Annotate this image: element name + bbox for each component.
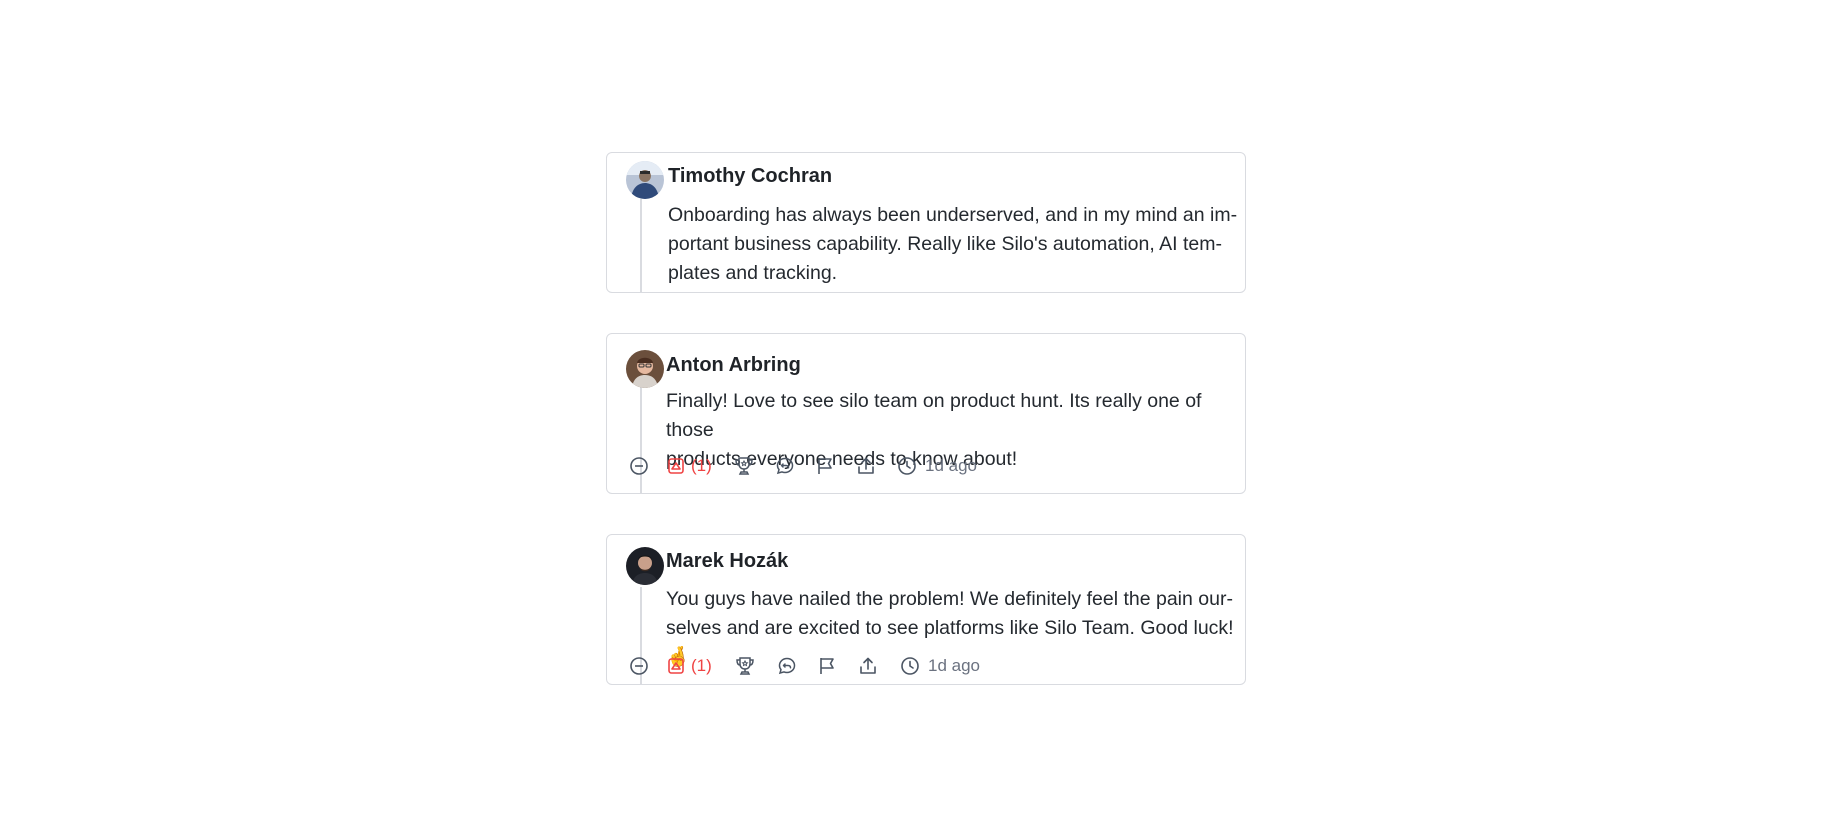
avatar[interactable] (626, 350, 664, 388)
reply-bubble-icon (776, 457, 794, 475)
report-button[interactable] (817, 652, 837, 680)
comment-actions: (1) 1d ago (607, 452, 1245, 480)
reply-button[interactable] (775, 452, 795, 480)
upvote-button[interactable]: (1) (667, 652, 712, 680)
comment-line: Onboarding has always been underserved, … (668, 204, 1238, 226)
comment-author[interactable]: Timothy Cochran (668, 165, 832, 188)
timestamp: 1d ago (900, 652, 980, 680)
share-icon (860, 657, 876, 674)
comment-author[interactable]: Anton Arbring (666, 354, 801, 377)
collapse-button[interactable] (629, 652, 649, 680)
comment-line: portant business capability. Really like… (668, 233, 1222, 255)
thread-line (640, 199, 642, 292)
comment-card: Timothy Cochran Onboarding has always be… (606, 152, 1246, 293)
upvote-icon (668, 658, 684, 674)
award-button[interactable] (733, 452, 755, 480)
comment-line: You guys have nailed the problem! We def… (666, 588, 1233, 610)
comment-card: Anton Arbring Finally! Love to see silo … (606, 333, 1246, 494)
reply-button[interactable] (777, 652, 797, 680)
upvote-count: (1) (691, 656, 712, 675)
time-label: 1d ago (928, 656, 980, 675)
avatar[interactable] (626, 547, 664, 585)
time-label: 1d ago (925, 456, 977, 475)
timestamp: 1d ago (897, 452, 977, 480)
minus-circle-icon (630, 657, 648, 675)
comment-actions: (1) 1d ago (607, 652, 1245, 680)
minus-circle-icon (630, 457, 648, 475)
flag-icon (820, 658, 834, 674)
trophy-icon (736, 657, 754, 675)
avatar[interactable] (626, 161, 664, 199)
flag-icon (818, 458, 832, 474)
comment-line: plates and tracking. (668, 262, 838, 284)
comment-card: Marek Hozák You guys have nailed the pro… (606, 534, 1246, 685)
clock-icon (901, 657, 919, 675)
comment-body: Onboarding has always been underserved, … (668, 201, 1237, 288)
share-button[interactable] (856, 452, 876, 480)
upvote-count: (1) (691, 456, 712, 475)
share-icon (858, 457, 874, 474)
share-button[interactable] (858, 652, 878, 680)
trophy-icon (735, 457, 753, 475)
report-button[interactable] (815, 452, 835, 480)
comment-author[interactable]: Marek Hozák (666, 550, 788, 573)
upvote-icon (668, 458, 684, 474)
clock-icon (898, 457, 916, 475)
award-button[interactable] (734, 652, 756, 680)
upvote-button[interactable]: (1) (667, 452, 712, 480)
comment-line: Finally! Love to see silo team on produc… (666, 390, 1202, 441)
reply-bubble-icon (778, 657, 796, 675)
collapse-button[interactable] (629, 452, 649, 480)
